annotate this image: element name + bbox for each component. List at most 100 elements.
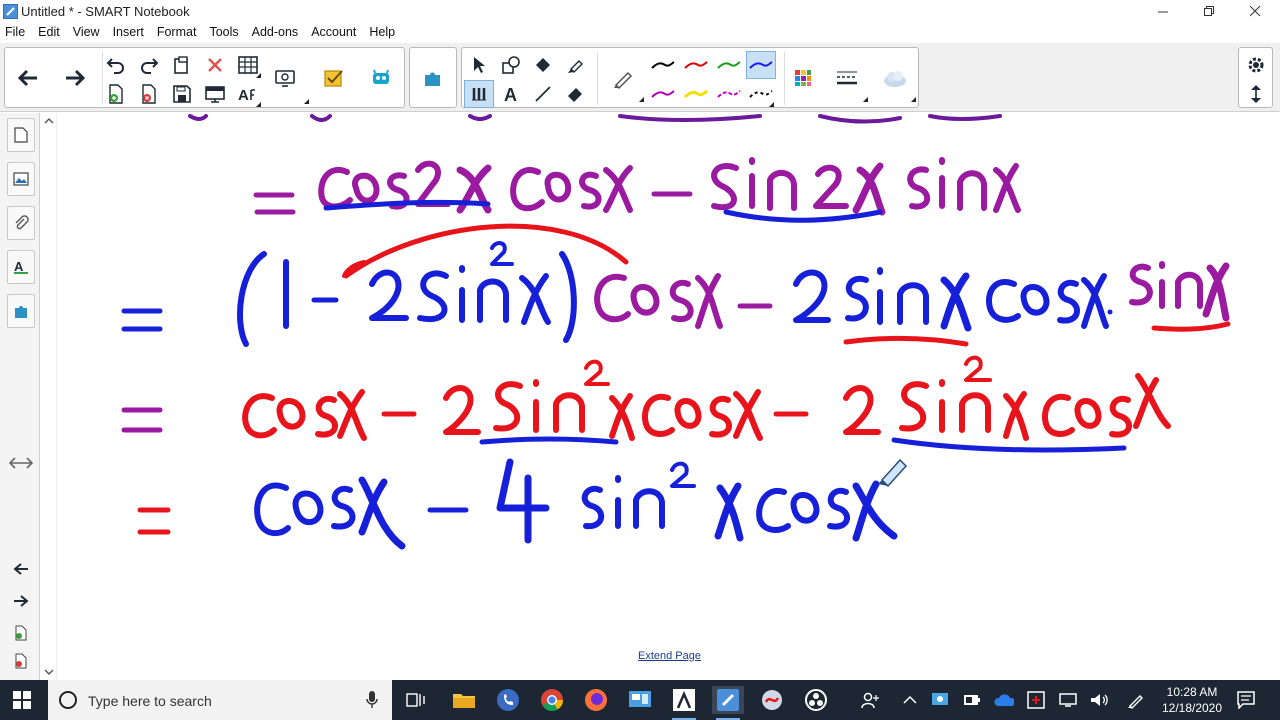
pen-stroke-icon: [717, 61, 741, 69]
menu-view[interactable]: View: [68, 23, 108, 43]
pen-preset-purple[interactable]: [648, 80, 678, 108]
tray-app-3[interactable]: [1026, 690, 1046, 710]
toolbar-move-button[interactable]: [1241, 80, 1271, 108]
close-icon: [1249, 6, 1260, 17]
eraser-tool-button[interactable]: [560, 80, 590, 108]
pen-stroke-icon: [749, 61, 773, 69]
pen-effects-button[interactable]: [880, 64, 916, 102]
page-sorter-icon: [14, 127, 28, 143]
vertical-scrollbar[interactable]: [41, 113, 57, 680]
paste-button[interactable]: [167, 51, 197, 79]
action-center-button[interactable]: [1236, 690, 1256, 710]
menu-help[interactable]: Help: [364, 23, 403, 43]
pen-style-button[interactable]: [608, 64, 644, 102]
smart-ink-taskbar[interactable]: [756, 686, 788, 714]
line-properties-button[interactable]: [832, 64, 868, 102]
pen-preset-yellow[interactable]: [681, 80, 711, 108]
control-panel-taskbar[interactable]: [624, 686, 656, 714]
minimize-button[interactable]: [1140, 0, 1186, 23]
side-delete-page-button[interactable]: [10, 650, 32, 672]
tray-app-2[interactable]: [962, 690, 982, 710]
color-palette-button[interactable]: [788, 64, 818, 92]
properties-tab[interactable]: A: [7, 250, 35, 284]
scroll-up-icon[interactable]: [41, 116, 57, 126]
taskbar-search-box[interactable]: Type here to search: [48, 680, 392, 720]
file-explorer-taskbar[interactable]: [448, 686, 480, 714]
chrome-taskbar[interactable]: [536, 686, 568, 714]
menu-insert[interactable]: Insert: [108, 23, 152, 43]
pen-fill-tool-button[interactable]: [560, 51, 590, 79]
phone-app-taskbar[interactable]: [492, 686, 524, 714]
menu-file[interactable]: File: [0, 23, 33, 43]
network-tray[interactable]: [1058, 690, 1078, 710]
notification-icon: [1237, 691, 1255, 709]
scroll-down-icon[interactable]: [41, 667, 57, 677]
table-button[interactable]: [233, 51, 263, 79]
response-button[interactable]: [319, 64, 349, 92]
select-tool-button[interactable]: [464, 51, 494, 79]
menu-account[interactable]: Account: [306, 23, 364, 43]
forward-button[interactable]: [60, 64, 90, 92]
smart-notebook-taskbar[interactable]: [712, 686, 744, 720]
add-ons-icon: [425, 72, 440, 86]
extend-page-link[interactable]: Extend Page: [638, 650, 701, 662]
firefox-taskbar[interactable]: [580, 686, 612, 714]
attachments-tab[interactable]: [7, 206, 35, 240]
control-panel-icon: [629, 691, 651, 707]
pens-tool-button[interactable]: [464, 80, 494, 108]
line-tool-button[interactable]: [528, 80, 558, 108]
tray-app-1[interactable]: [930, 690, 950, 710]
volume-tray[interactable]: [1090, 690, 1110, 710]
restore-button[interactable]: [1186, 0, 1232, 23]
undo-button[interactable]: [101, 51, 131, 79]
text-recognition-button[interactable]: A: [233, 80, 263, 108]
shapes-tool-button[interactable]: [496, 51, 526, 79]
gallery-tab[interactable]: [7, 162, 35, 196]
menu-edit[interactable]: Edit: [33, 23, 68, 43]
screen-shade-button[interactable]: [200, 80, 230, 108]
menu-tools[interactable]: Tools: [204, 23, 246, 43]
menu-add-ons[interactable]: Add-ons: [247, 23, 307, 43]
fill-tool-button[interactable]: [528, 51, 558, 79]
page-sorter-tab[interactable]: [7, 118, 35, 152]
obs-taskbar[interactable]: [800, 686, 832, 714]
save-button[interactable]: [167, 80, 197, 108]
microphone-icon[interactable]: [366, 691, 378, 709]
pen-preset-blue[interactable]: [746, 51, 776, 79]
pen-preset-black[interactable]: [648, 51, 678, 79]
menu-format[interactable]: Format: [152, 23, 205, 43]
onedrive-tray[interactable]: [994, 690, 1014, 710]
pen-preset-black-dashed[interactable]: [746, 80, 776, 108]
task-view-button[interactable]: [400, 686, 432, 714]
delete-page-button[interactable]: [134, 80, 164, 108]
smart-notebook-app-icon: [3, 4, 18, 19]
pen-workspace-tray[interactable]: [1126, 690, 1146, 710]
text-tool-button[interactable]: A: [496, 80, 526, 108]
settings-button[interactable]: [1241, 51, 1271, 79]
previous-page-button[interactable]: [10, 558, 32, 580]
side-add-page-button[interactable]: [10, 622, 32, 644]
add-ons-tab[interactable]: [7, 294, 35, 328]
pen-preset-green[interactable]: [714, 51, 744, 79]
windows-taskbar: Type here to search 10:28 AM 12/18/2020: [0, 680, 1280, 720]
doc-camera-taskbar[interactable]: [668, 686, 700, 720]
pen-preset-red[interactable]: [681, 51, 711, 79]
delete-button[interactable]: [200, 51, 230, 79]
taskbar-clock[interactable]: 10:28 AM 12/18/2020: [1156, 684, 1228, 716]
start-button[interactable]: [6, 686, 38, 714]
show-hidden-icons[interactable]: [900, 690, 920, 710]
security-tray-icon: [1027, 691, 1045, 709]
redo-button[interactable]: [134, 51, 164, 79]
next-page-button[interactable]: [10, 590, 32, 612]
pen-preset-magenta-dashed[interactable]: [714, 80, 744, 108]
document-camera-button[interactable]: [271, 64, 309, 104]
back-button[interactable]: [13, 64, 43, 92]
notebook-canvas[interactable]: Extend Page: [41, 113, 1280, 680]
people-tray[interactable]: [860, 690, 880, 710]
add-page-button[interactable]: [101, 80, 131, 108]
close-button[interactable]: [1232, 0, 1278, 23]
delete-icon: [208, 58, 222, 72]
add-ons-button[interactable]: [418, 64, 448, 92]
activity-builder-button[interactable]: [366, 64, 396, 92]
resize-handle-icon[interactable]: [9, 456, 33, 470]
